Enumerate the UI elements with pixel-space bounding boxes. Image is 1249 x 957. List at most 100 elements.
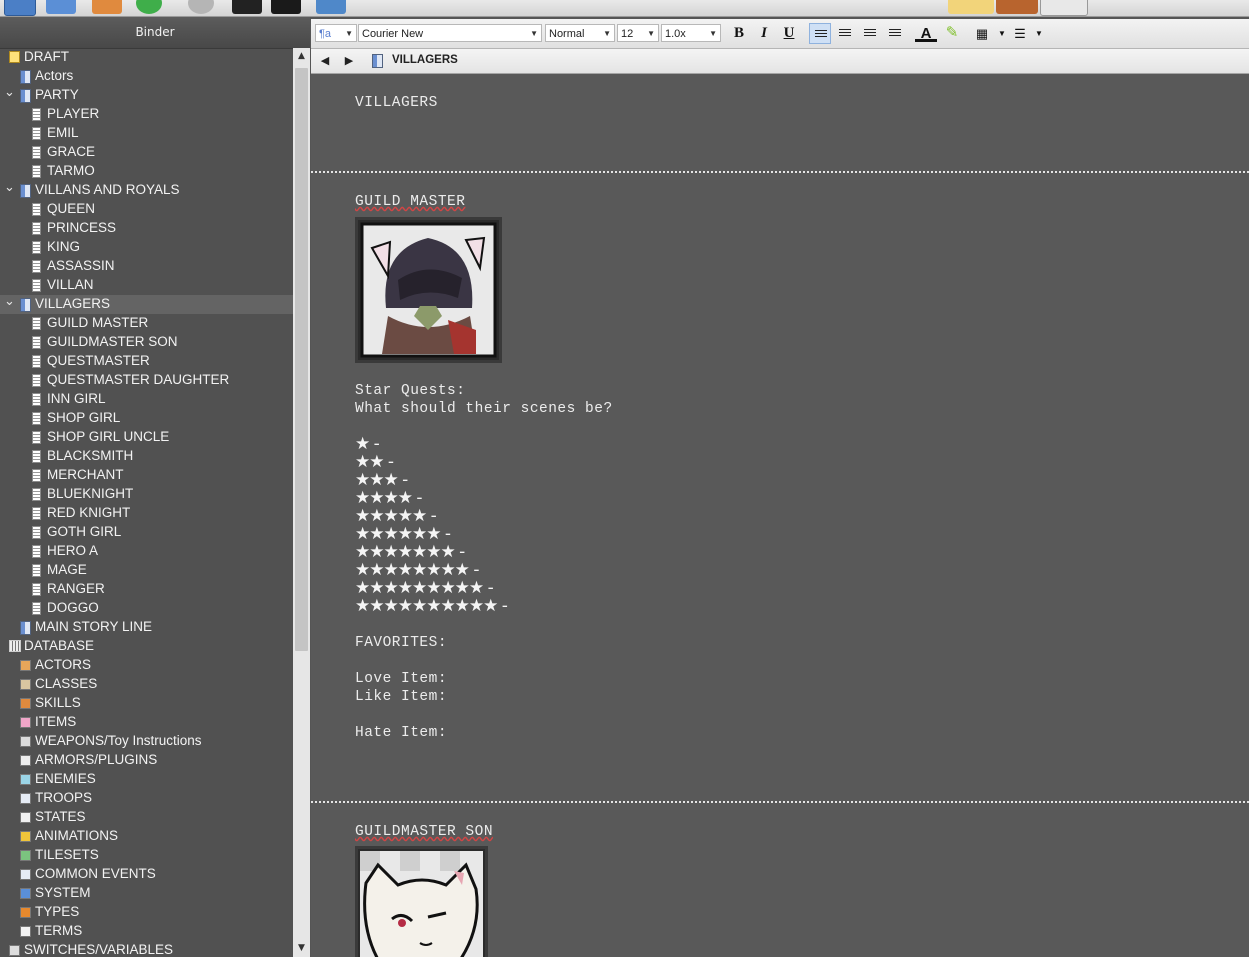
binder-item-items[interactable]: ITEMS [0, 713, 293, 732]
binder-item-tilesets[interactable]: TILESETS [0, 846, 293, 865]
guild-master-portrait-image [360, 222, 497, 358]
highlight-icon[interactable]: ✎ [941, 23, 963, 44]
export-icon[interactable] [271, 0, 301, 14]
binder-item-database[interactable]: DATABASE [0, 637, 293, 656]
corkboard-icon[interactable] [996, 0, 1038, 14]
binder-item-queen[interactable]: QUEEN [0, 200, 293, 219]
chevron-down-icon: ▼ [647, 29, 655, 38]
scroll-up-arrow-icon[interactable]: ▲ [293, 48, 310, 65]
underline-button[interactable]: U [778, 23, 800, 44]
binder-item-merchant[interactable]: MERCHANT [0, 466, 293, 485]
outline-icon[interactable] [1040, 0, 1088, 16]
binder-item-tarmo[interactable]: TARMO [0, 162, 293, 181]
add-icon[interactable] [136, 0, 162, 14]
binder-item-troops[interactable]: TROOPS [0, 789, 293, 808]
binder-item-questmaster-daughter[interactable]: QUESTMASTER DAUGHTER [0, 371, 293, 390]
collection-icon[interactable] [46, 0, 76, 14]
binder-item-mage[interactable]: MAGE [0, 561, 293, 580]
binder-item-armors-plugins[interactable]: ARMORS/PLUGINS [0, 751, 293, 770]
binder-item-draft[interactable]: DRAFT [0, 48, 293, 67]
italic-button[interactable]: I [753, 23, 775, 44]
guild-master-portrait[interactable] [355, 217, 502, 363]
binder-item-classes[interactable]: CLASSES [0, 675, 293, 694]
binder-item-shop-girl-uncle[interactable]: SHOP GIRL UNCLE [0, 428, 293, 447]
binder-item-guildmaster-son[interactable]: GUILDMASTER SON [0, 333, 293, 352]
binder-item-ranger[interactable]: RANGER [0, 580, 293, 599]
binder-item-actors[interactable]: ACTORS [0, 656, 293, 675]
binder-item-actors[interactable]: Actors [0, 67, 293, 86]
binder-item-guild-master[interactable]: GUILD MASTER [0, 314, 293, 333]
binder-item-hero-a[interactable]: HERO A [0, 542, 293, 561]
binder-item-princess[interactable]: PRINCESS [0, 219, 293, 238]
binder-item-system[interactable]: SYSTEM [0, 884, 293, 903]
style-preset-select[interactable]: ¶a ▼ [315, 24, 357, 42]
font-family-select[interactable]: Courier New ▼ [358, 24, 542, 42]
binder-item-skills[interactable]: SKILLS [0, 694, 293, 713]
binder-item-player[interactable]: PLAYER [0, 105, 293, 124]
sync-icon[interactable] [92, 0, 122, 14]
chevron-down-icon: ▼ [603, 29, 611, 38]
line-spacing-select[interactable]: 1.0x ▼ [661, 24, 721, 42]
compile-icon[interactable] [232, 0, 262, 14]
guildmaster-son-portrait[interactable] [355, 846, 488, 957]
binder-item-blueknight[interactable]: BLUEKNIGHT [0, 485, 293, 504]
binder-toggle-icon[interactable] [4, 0, 36, 16]
binder-item-emil[interactable]: EMIL [0, 124, 293, 143]
bold-button[interactable]: B [728, 23, 750, 44]
document-icon [32, 469, 41, 482]
chevron-down-icon[interactable]: ⌄ [4, 179, 15, 195]
tileset-icon [20, 850, 31, 861]
chevron-down-icon[interactable]: ⌄ [4, 84, 15, 100]
text-color-button[interactable]: A [915, 23, 937, 42]
back-arrow-icon[interactable]: ◀ [317, 53, 333, 69]
binder-item-label: TILESETS [35, 847, 99, 862]
forward-arrow-icon[interactable]: ▶ [341, 53, 357, 69]
align-left-button[interactable] [809, 23, 831, 44]
binder-item-villagers[interactable]: ⌄ VILLAGERS [0, 293, 293, 314]
binder-item-main-story-line[interactable]: MAIN STORY LINE [0, 618, 293, 637]
table-icon[interactable]: ▦ [971, 23, 993, 44]
binder-item-villans-and-royals[interactable]: ⌄ VILLANS AND ROYALS [0, 179, 293, 200]
binder-item-common-events[interactable]: COMMON EVENTS [0, 865, 293, 884]
chevron-down-icon[interactable]: ⌄ [4, 293, 15, 309]
font-style-select[interactable]: Normal ▼ [545, 24, 615, 42]
folder-icon [20, 184, 31, 198]
binder-item-label: QUESTMASTER DAUGHTER [47, 372, 230, 387]
binder-item-states[interactable]: STATES [0, 808, 293, 827]
share-icon[interactable] [316, 0, 346, 14]
binder-item-switches-variables[interactable]: SWITCHES/VARIABLES [0, 941, 293, 957]
document-icon [32, 241, 41, 254]
document-view-icon[interactable] [948, 0, 994, 14]
binder-item-types[interactable]: TYPES [0, 903, 293, 922]
binder-item-blacksmith[interactable]: BLACKSMITH [0, 447, 293, 466]
binder-item-goth-girl[interactable]: GOTH GIRL [0, 523, 293, 542]
binder-item-weapons-toy-instructions[interactable]: WEAPONS/Toy Instructions [0, 732, 293, 751]
binder-item-villan[interactable]: VILLAN [0, 276, 293, 295]
font-size-select[interactable]: 12 ▼ [617, 24, 659, 42]
binder-item-shop-girl[interactable]: SHOP GIRL [0, 409, 293, 428]
binder-item-grace[interactable]: GRACE [0, 143, 293, 162]
align-right-button[interactable] [884, 23, 906, 44]
binder-item-assassin[interactable]: ASSASSIN [0, 257, 293, 276]
binder-panel: Binder DRAFT Actors ⌄ PARTY PLAYER EMIL GRACE T… [0, 17, 310, 957]
binder-item-label: SWITCHES/VARIABLES [24, 942, 174, 957]
star-quest-row: ★★★★★★★ - [355, 542, 465, 562]
binder-item-king[interactable]: KING [0, 238, 293, 257]
text-editor[interactable]: VILLAGERS GUILD MASTER Star Quests: What… [311, 74, 1249, 957]
align-center-button[interactable] [834, 23, 856, 44]
binder-item-red-knight[interactable]: RED KNIGHT [0, 504, 293, 523]
binder-item-animations[interactable]: ANIMATIONS [0, 827, 293, 846]
binder-item-doggo[interactable]: DOGGO [0, 599, 293, 618]
delete-icon[interactable] [188, 0, 214, 14]
binder-item-inn-girl[interactable]: INN GIRL [0, 390, 293, 409]
list-dropdown-icon[interactable]: ▼ [1028, 23, 1050, 44]
binder-item-enemies[interactable]: ENEMIES [0, 770, 293, 789]
binder-item-party[interactable]: ⌄ PARTY [0, 84, 293, 105]
binder-scrollbar[interactable]: ▲ ▼ [293, 48, 310, 957]
align-justify-button[interactable] [859, 23, 881, 44]
star-quest-row: ★★★★★★★★★★ - [355, 596, 508, 616]
scroll-thumb[interactable] [295, 68, 308, 651]
scroll-down-arrow-icon[interactable]: ▼ [293, 940, 310, 957]
binder-item-questmaster[interactable]: QUESTMASTER [0, 352, 293, 371]
binder-item-terms[interactable]: TERMS [0, 922, 293, 941]
